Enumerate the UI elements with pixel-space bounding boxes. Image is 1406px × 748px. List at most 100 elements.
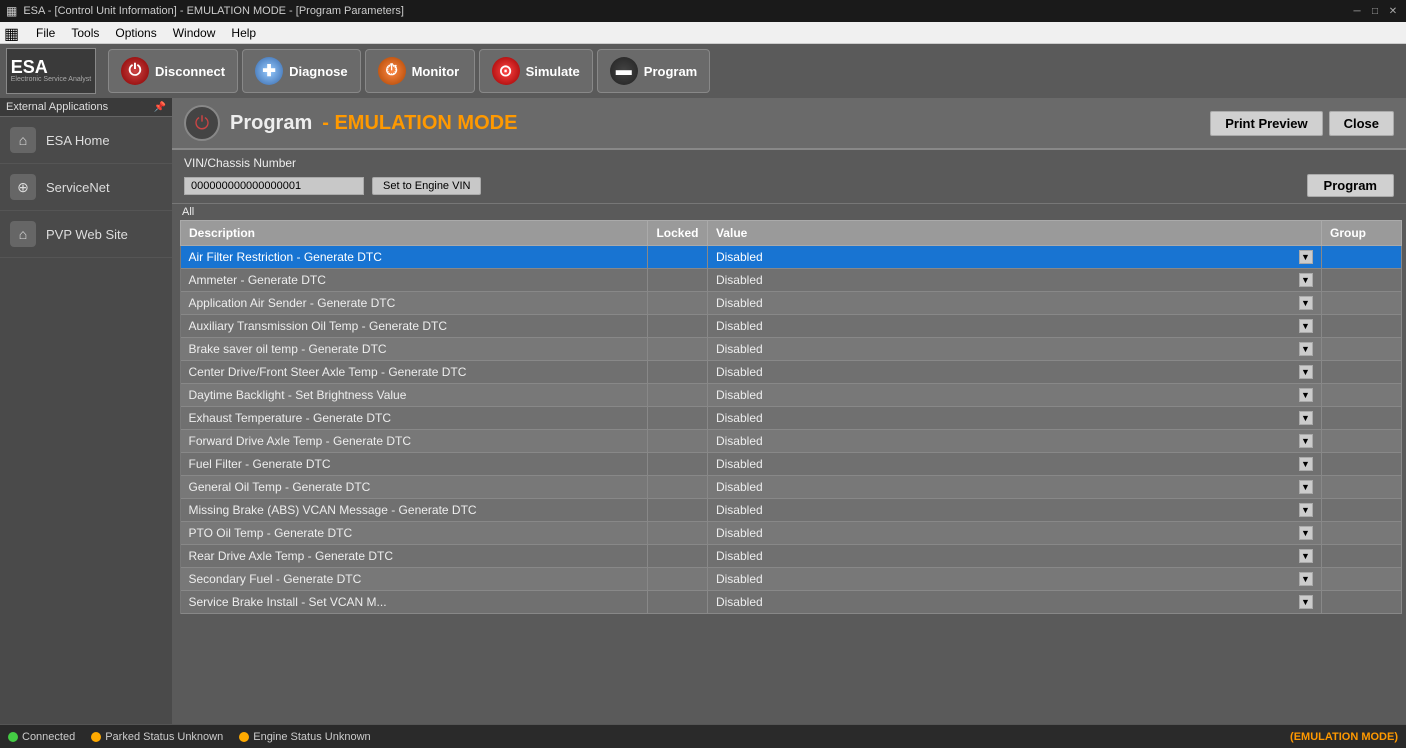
servicenet-icon: ⊕ [10,174,36,200]
value-dropdown-arrow[interactable]: ▼ [1299,457,1313,471]
cell-locked [647,522,707,545]
title-bar-text: ESA - [Control Unit Information] - EMULA… [23,5,404,17]
value-dropdown-arrow[interactable]: ▼ [1299,319,1313,333]
table-row[interactable]: Air Filter Restriction - Generate DTCDis… [181,246,1402,269]
table-row[interactable]: Center Drive/Front Steer Axle Temp - Gen… [181,361,1402,384]
sidebar-pin-icon[interactable]: 📌 [154,102,166,113]
value-dropdown-arrow[interactable]: ▼ [1299,526,1313,540]
sidebar-item-esa-home[interactable]: ⌂ ESA Home [0,117,172,164]
table-container: All Description Locked Value Group Air F… [172,204,1406,724]
vin-input[interactable] [184,177,364,195]
col-locked: Locked [647,221,707,246]
table-row[interactable]: Forward Drive Axle Temp - Generate DTC Di… [181,430,1402,453]
table-row[interactable]: Missing Brake (ABS) VCAN Message - Gener… [181,499,1402,522]
value-dropdown-arrow[interactable]: ▼ [1299,411,1313,425]
cell-value: Disabled▼ [708,315,1322,337]
cell-description: Daytime Backlight - Set Brightness Value [181,384,648,407]
cell-group [1322,361,1402,384]
simulate-icon: ⊙ [492,57,520,85]
cell-group [1322,545,1402,568]
table-row[interactable]: Application Air Sender - Generate DTCDis… [181,292,1402,315]
value-dropdown-arrow[interactable]: ▼ [1299,296,1313,310]
table-row[interactable]: Rear Drive Axle Temp - Generate DTCDisab… [181,545,1402,568]
cell-value: Disabled▼ [708,407,1322,429]
cell-locked [647,499,707,522]
menu-help[interactable]: Help [223,24,264,42]
cell-locked [647,568,707,591]
minimize-button[interactable]: ─ [1350,4,1364,18]
print-preview-button[interactable]: Print Preview [1210,111,1322,136]
value-dropdown-arrow[interactable]: ▼ [1299,365,1313,379]
set-engine-vin-button[interactable]: Set to Engine VIN [372,177,481,195]
content-header: ⏻ Program - EMULATION MODE Print Preview… [172,98,1406,150]
program-button[interactable]: Program [1307,174,1394,197]
vin-row: Set to Engine VIN Program [184,174,1394,197]
cell-group [1322,453,1402,476]
table-header-row: Description Locked Value Group [181,221,1402,246]
value-dropdown-arrow[interactable]: ▼ [1299,549,1313,563]
value-dropdown-arrow[interactable]: ▼ [1299,342,1313,356]
table-row[interactable]: Auxiliary Transmission Oil Temp - Genera… [181,315,1402,338]
cell-description: Air Filter Restriction - Generate DTC [181,246,648,269]
monitor-button[interactable]: ⏱ Monitor [365,49,475,93]
diagnose-button[interactable]: ✚ Diagnose [242,49,361,93]
cell-description: Secondary Fuel - Generate DTC [181,568,648,591]
cell-group [1322,591,1402,614]
table-row[interactable]: Service Brake Install - Set VCAN M...Dis… [181,591,1402,614]
cell-group [1322,269,1402,292]
cell-description: Brake saver oil temp - Generate DTC [181,338,648,361]
main-layout: External Applications 📌 ⌂ ESA Home ⊕ Ser… [0,98,1406,724]
cell-value: Disabled▼ [708,568,1322,590]
program-toolbar-button[interactable]: ▬ Program [597,49,710,93]
connected-dot [8,732,18,742]
cell-locked [647,453,707,476]
table-row[interactable]: Brake saver oil temp - Generate DTCDisab… [181,338,1402,361]
sidebar-item-servicenet[interactable]: ⊕ ServiceNet [0,164,172,211]
menu-tools[interactable]: Tools [63,24,107,42]
value-dropdown-arrow[interactable]: ▼ [1299,572,1313,586]
menu-file[interactable]: File [28,24,63,42]
monitor-icon: ⏱ [378,57,406,85]
cell-group [1322,338,1402,361]
value-dropdown-arrow[interactable]: ▼ [1299,250,1313,264]
cell-description: Forward Drive Axle Temp - Generate DTC [181,430,648,453]
table-row[interactable]: PTO Oil Temp - Generate DTCDisabled▼ [181,522,1402,545]
table-row[interactable]: Daytime Backlight - Set Brightness Value… [181,384,1402,407]
app-logo: ESA Electronic Service Analyst [6,48,96,94]
table-body: Air Filter Restriction - Generate DTC Dis… [181,246,1402,614]
table-row[interactable]: Secondary Fuel - Generate DTC Disabled▼ [181,568,1402,591]
cell-description: Center Drive/Front Steer Axle Temp - Gen… [181,361,648,384]
value-dropdown-arrow[interactable]: ▼ [1299,595,1313,609]
table-row[interactable]: Exhaust Temperature - Generate DTCDisabl… [181,407,1402,430]
value-dropdown-arrow[interactable]: ▼ [1299,434,1313,448]
title-bar-controls[interactable]: ─ □ ✕ [1350,4,1400,18]
table-row[interactable]: General Oil Temp - Generate DTCDisabled▼ [181,476,1402,499]
col-value: Value [707,221,1321,246]
simulate-button[interactable]: ⊙ Simulate [479,49,593,93]
disconnect-button[interactable]: ⏻ Disconnect [108,49,238,93]
value-dropdown-arrow[interactable]: ▼ [1299,503,1313,517]
value-dropdown-arrow[interactable]: ▼ [1299,273,1313,287]
cell-group [1322,476,1402,499]
parked-status: Parked Status Unknown [91,731,223,743]
menu-window[interactable]: Window [165,24,224,42]
menu-options[interactable]: Options [107,24,164,42]
cell-locked [647,591,707,614]
value-dropdown-arrow[interactable]: ▼ [1299,480,1313,494]
cell-value: Disabled▼ [708,292,1322,314]
table-row[interactable]: Fuel Filter - Generate DTCDisabled▼ [181,453,1402,476]
cell-description: Auxiliary Transmission Oil Temp - Genera… [181,315,648,338]
cell-value: Disabled▼ [708,591,1322,613]
table-row[interactable]: Ammeter - Generate DTCDisabled▼ [181,269,1402,292]
cell-locked [647,361,707,384]
sidebar-item-pvp-web[interactable]: ⌂ PVP Web Site [0,211,172,258]
cell-locked [647,384,707,407]
vin-label: VIN/Chassis Number [184,156,1394,170]
value-dropdown-arrow[interactable]: ▼ [1299,388,1313,402]
cell-description: Fuel Filter - Generate DTC [181,453,648,476]
close-button[interactable]: ✕ [1386,4,1400,18]
vin-area: VIN/Chassis Number Set to Engine VIN Pro… [172,150,1406,204]
cell-value: Disabled▼ [708,430,1322,452]
maximize-button[interactable]: □ [1368,4,1382,18]
close-window-button[interactable]: Close [1329,111,1394,136]
